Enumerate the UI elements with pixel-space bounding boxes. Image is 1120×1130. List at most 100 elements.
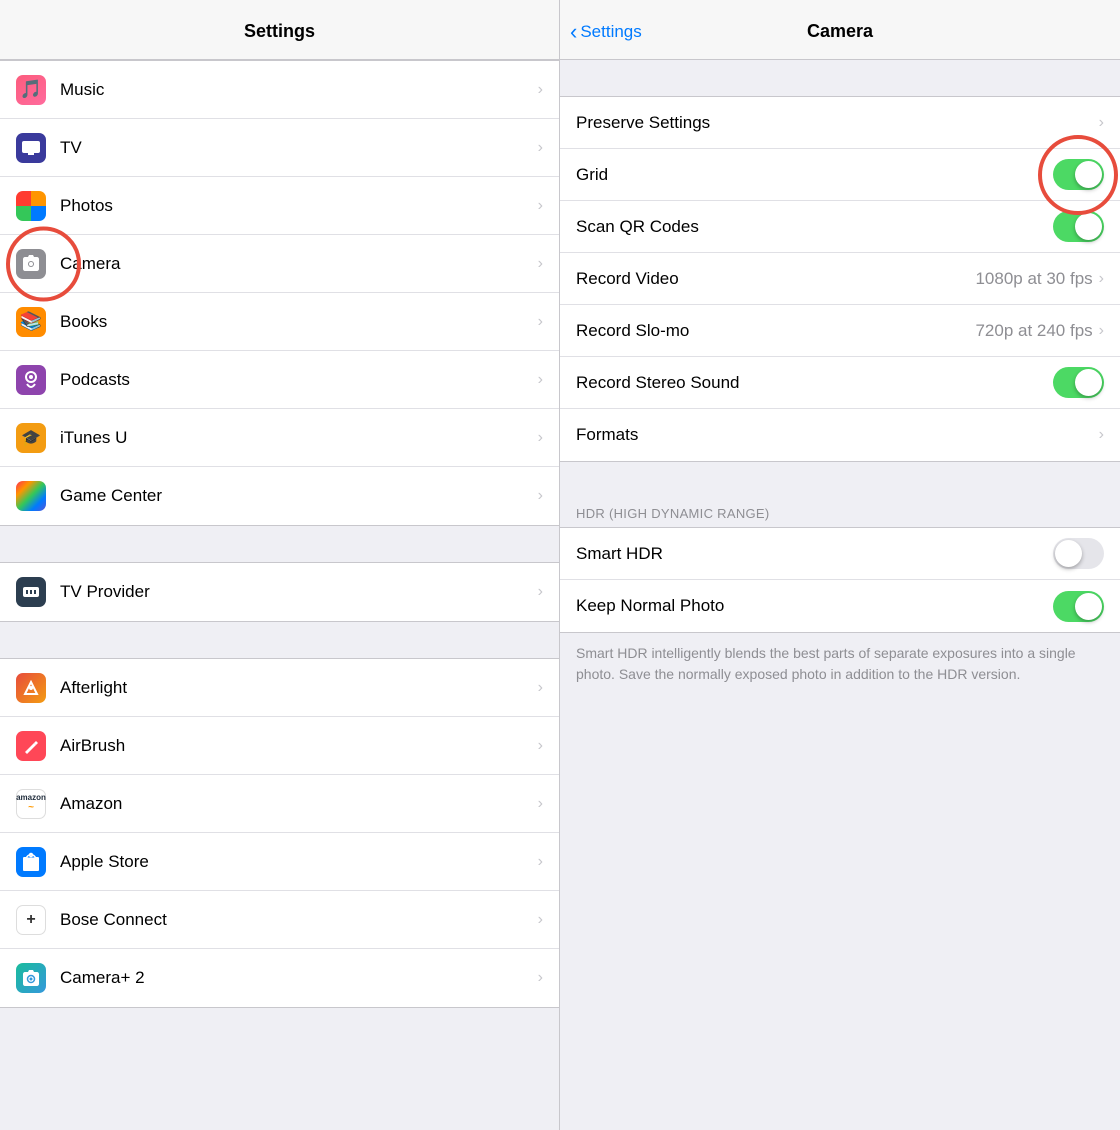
apple-store-label: Apple Store [60,852,538,872]
camera-plus-icon [16,963,46,993]
record-stereo-toggle[interactable] [1053,367,1104,398]
settings-section-1: 🎵 Music › TV › Photos › [0,60,559,526]
itunes-label: iTunes U [60,428,538,448]
smart-hdr-toggle[interactable] [1053,538,1104,569]
apple-store-chevron: › [538,853,543,871]
sidebar-item-camera-plus[interactable]: Camera+ 2 › [0,949,559,1007]
preserve-settings-label: Preserve Settings [576,113,1099,133]
photos-icon [16,191,46,221]
afterlight-label: Afterlight [60,678,538,698]
right-gap-2 [560,462,1120,498]
airbrush-chevron: › [538,737,543,755]
grid-label: Grid [576,165,1053,185]
scan-qr-row: Scan QR Codes [560,201,1120,253]
podcasts-icon [16,365,46,395]
record-video-chevron: › [1099,270,1104,288]
record-slomo-row[interactable]: Record Slo-mo 720p at 240 fps › [560,305,1120,357]
music-label: Music [60,80,538,100]
amazon-label: Amazon [60,794,538,814]
sidebar-item-bose-connect[interactable]: + Bose Connect › [0,891,559,949]
game-center-label: Game Center [60,486,538,506]
sidebar-item-itunes-u[interactable]: 🎓 iTunes U › [0,409,559,467]
sidebar-item-tv[interactable]: TV › [0,119,559,177]
settings-section-2: TV Provider › [0,562,559,622]
right-gap-1 [560,60,1120,96]
preserve-chevron: › [1099,114,1104,132]
right-header: ‹ Settings Camera [560,0,1120,60]
scan-qr-toggle[interactable] [1053,211,1104,242]
record-slomo-label: Record Slo-mo [576,321,975,341]
sidebar-item-podcasts[interactable]: Podcasts › [0,351,559,409]
camera-settings-section-1: Preserve Settings › Grid Scan QR Codes R… [560,96,1120,462]
smart-hdr-label: Smart HDR [576,544,1053,564]
sidebar-item-amazon[interactable]: amazon ~ Amazon › [0,775,559,833]
record-slomo-chevron: › [1099,322,1104,340]
sidebar-item-books[interactable]: 📚 Books › [0,293,559,351]
sidebar-item-game-center[interactable]: Game Center › [0,467,559,525]
sidebar-item-afterlight[interactable]: Afterlight › [0,659,559,717]
right-title: Camera [807,21,873,42]
camera-icon [16,249,46,279]
keep-normal-photo-toggle[interactable] [1053,591,1104,622]
sidebar-item-photos[interactable]: Photos › [0,177,559,235]
tv-label: TV [60,138,538,158]
left-gap-2 [0,622,559,658]
books-label: Books [60,312,538,332]
grid-toggle[interactable] [1053,159,1104,190]
grid-row: Grid [560,149,1120,201]
music-chevron: › [538,81,543,99]
record-video-row[interactable]: Record Video 1080p at 30 fps › [560,253,1120,305]
photos-chevron: › [538,197,543,215]
tv-chevron: › [538,139,543,157]
itunes-icon: 🎓 [16,423,46,453]
formats-label: Formats [576,425,1099,445]
record-video-value: 1080p at 30 fps [975,269,1092,289]
books-chevron: › [538,313,543,331]
record-stereo-toggle-knob [1075,369,1102,396]
formats-chevron: › [1099,426,1104,444]
game-center-chevron: › [538,487,543,505]
airbrush-icon [16,731,46,761]
tv-provider-icon [16,577,46,607]
game-center-icon [16,481,46,511]
hdr-description-text: Smart HDR intelligently blends the best … [576,645,1076,682]
back-chevron-icon: ‹ [570,19,577,45]
record-video-label: Record Video [576,269,975,289]
sidebar-item-music[interactable]: 🎵 Music › [0,61,559,119]
afterlight-chevron: › [538,679,543,697]
bose-chevron: › [538,911,543,929]
back-label: Settings [580,22,641,42]
smart-hdr-toggle-knob [1055,540,1082,567]
settings-section-3: Afterlight › AirBrush › amazon ~ Amazon [0,658,559,1008]
sidebar-item-apple-store[interactable]: Apple Store › [0,833,559,891]
amazon-chevron: › [538,795,543,813]
preserve-settings-row[interactable]: Preserve Settings › [560,97,1120,149]
books-icon: 📚 [16,307,46,337]
record-stereo-label: Record Stereo Sound [576,373,1053,393]
photos-label: Photos [60,196,538,216]
scan-qr-label: Scan QR Codes [576,217,1053,237]
tv-provider-chevron: › [538,583,543,601]
apple-store-icon [16,847,46,877]
sidebar-item-camera[interactable]: Camera › [0,235,559,293]
tv-provider-label: TV Provider [60,582,538,602]
hdr-description: Smart HDR intelligently blends the best … [560,633,1120,695]
hdr-section-header: HDR (HIGH DYNAMIC RANGE) [560,498,1120,527]
keep-normal-photo-row: Keep Normal Photo [560,580,1120,632]
camera-chevron: › [538,255,543,273]
grid-toggle-knob [1075,161,1102,188]
podcasts-chevron: › [538,371,543,389]
music-icon: 🎵 [16,75,46,105]
sidebar-item-airbrush[interactable]: AirBrush › [0,717,559,775]
left-gap-1 [0,526,559,562]
itunes-chevron: › [538,429,543,447]
hdr-settings-section: Smart HDR Keep Normal Photo [560,527,1120,633]
formats-row[interactable]: Formats › [560,409,1120,461]
left-header: Settings [0,0,559,60]
sidebar-item-tv-provider[interactable]: TV Provider › [0,563,559,621]
scan-qr-toggle-knob [1075,213,1102,240]
record-stereo-row: Record Stereo Sound [560,357,1120,409]
camera-label: Camera [60,254,538,274]
record-slomo-value: 720p at 240 fps [975,321,1092,341]
back-button[interactable]: ‹ Settings [570,19,642,45]
